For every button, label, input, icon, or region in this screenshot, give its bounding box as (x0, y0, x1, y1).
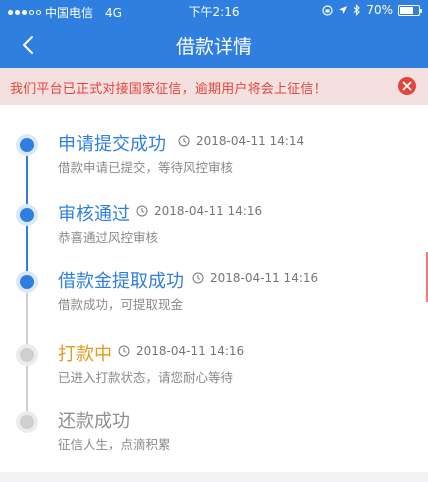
page-title: 借款详情 (175, 36, 252, 58)
step-title: 借款金提取成功 (58, 271, 184, 292)
timeline-step: 申请提交成功 2018-04-11 14:14 借款申请已提交，等待风控审核 (0, 130, 428, 180)
timeline-step: 审核通过 2018-04-11 14:16 恭喜通过风控审核 (0, 200, 428, 250)
step-done-icon (16, 134, 38, 156)
clock-icon (118, 345, 130, 357)
status-indicators: 70% (322, 3, 422, 17)
notice-text: 我们平台已正式对接国家征信，逾期用户将会上征信！ (10, 82, 327, 97)
step-time-text: 2018-04-11 14:16 (154, 204, 263, 218)
status-bar: 中国电信 4G 下午2:16 70% (0, 0, 428, 22)
step-pending-icon (16, 344, 38, 366)
bluetooth-icon (353, 4, 361, 16)
app-header: 中国电信 4G 下午2:16 70% 借款详情 (0, 0, 428, 68)
step-description: 已进入打款状态，请您耐心等待 (58, 370, 234, 385)
step-title: 打款中 (58, 344, 112, 365)
nav-bar: 借款详情 (0, 22, 428, 68)
step-description: 恭喜通过风控审核 (58, 230, 159, 245)
step-done-icon (16, 271, 38, 293)
timeline-step: 还款成功 征信人生，点滴积累 (0, 407, 428, 457)
step-description: 借款成功，可提取现金 (58, 297, 184, 312)
step-title: 还款成功 (58, 411, 130, 432)
step-time: 2018-04-11 14:16 (192, 271, 318, 285)
step-time: 2018-04-11 14:16 (136, 204, 262, 218)
step-time: 2018-04-11 14:14 (178, 134, 304, 148)
close-circle-icon[interactable] (398, 77, 416, 95)
step-done-icon (16, 204, 38, 226)
step-time: 2018-04-11 14:16 (118, 344, 244, 358)
step-time-text: 2018-04-11 14:14 (196, 134, 305, 148)
clock-icon (178, 135, 190, 147)
step-time-text: 2018-04-11 14:16 (210, 271, 319, 285)
battery-percent: 70% (366, 3, 393, 17)
clock-icon (192, 272, 204, 284)
orientation-lock-icon (322, 4, 333, 16)
step-title: 申请提交成功 (58, 134, 166, 155)
step-description: 借款申请已提交，等待风控审核 (58, 160, 234, 175)
timeline-step: 打款中 2018-04-11 14:16 已进入打款状态，请您耐心等待 (0, 340, 428, 390)
timeline-panel: 申请提交成功 2018-04-11 14:14 借款申请已提交，等待风控审核 审… (0, 105, 428, 472)
step-description: 征信人生，点滴积累 (58, 437, 171, 452)
step-title: 审核通过 (58, 204, 130, 225)
battery-icon (398, 4, 422, 16)
step-pending-icon (16, 411, 38, 433)
timeline-step: 借款金提取成功 2018-04-11 14:16 借款成功，可提取现金 (0, 267, 428, 317)
step-time-text: 2018-04-11 14:16 (136, 344, 245, 358)
notice-banner: 我们平台已正式对接国家征信，逾期用户将会上征信！ (0, 68, 428, 105)
location-icon (339, 6, 348, 14)
clock-icon (136, 205, 148, 217)
